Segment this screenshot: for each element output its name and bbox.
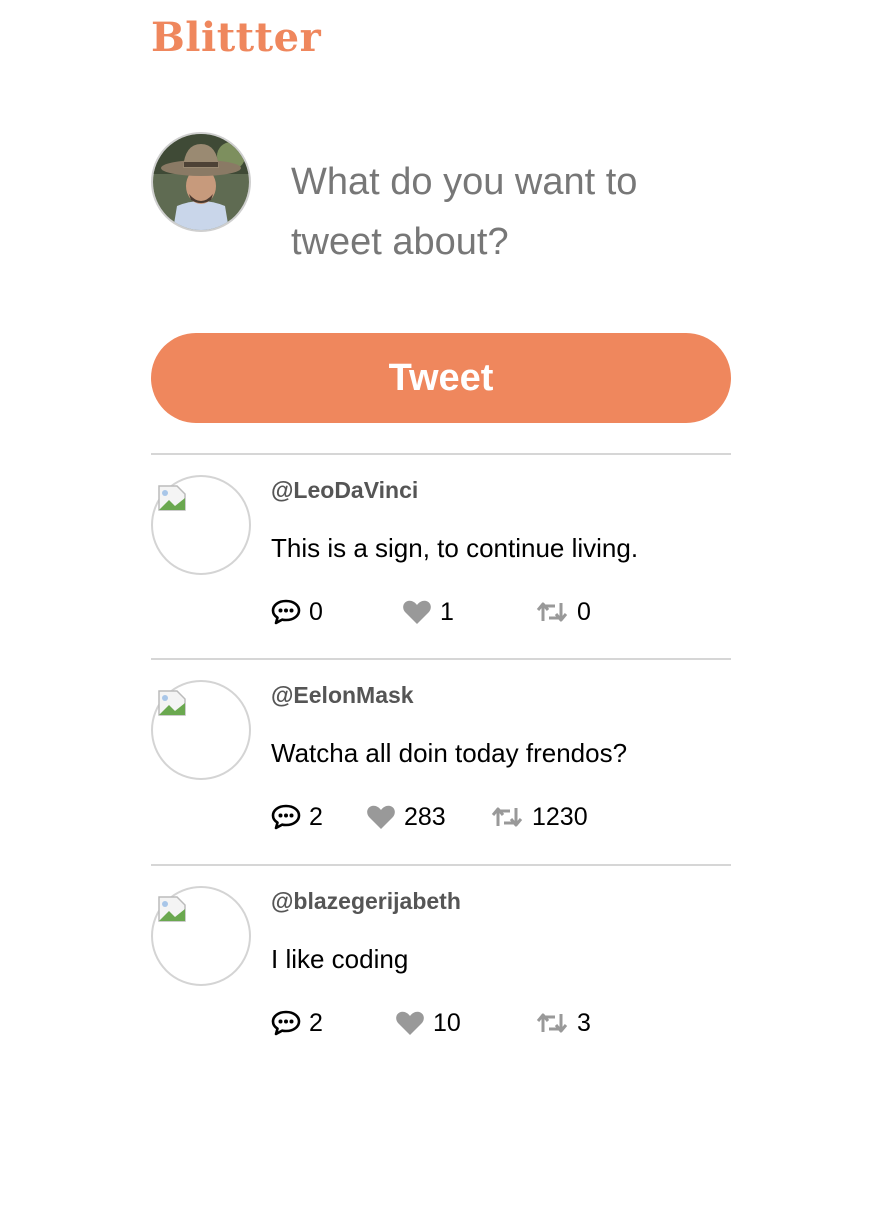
retweet-count: 3 (577, 1008, 591, 1037)
broken-image-icon (158, 485, 186, 511)
tweet-composer (151, 132, 731, 282)
tweet-author-avatar[interactable] (151, 886, 251, 986)
app-logo[interactable]: Blittter (151, 14, 321, 62)
like-button[interactable]: 283 (366, 800, 446, 834)
tweet-text: This is a sign, to continue living. (271, 533, 639, 563)
tweet-button[interactable]: Tweet (151, 333, 731, 423)
comment-count: 2 (309, 802, 323, 831)
tweet-author-avatar[interactable] (151, 680, 251, 780)
retweet-button[interactable]: 0 (535, 595, 591, 629)
speech-bubble-icon (271, 1010, 301, 1036)
retweet-icon (491, 807, 523, 827)
retweet-count: 1230 (532, 802, 588, 831)
tweet-handle[interactable]: @LeoDaVinci (271, 477, 418, 504)
retweet-icon (536, 602, 568, 622)
current-user-avatar[interactable] (151, 132, 251, 232)
speech-bubble-icon (271, 599, 301, 625)
like-button[interactable]: 1 (402, 595, 454, 629)
broken-image-icon (158, 690, 186, 716)
tweet-handle[interactable]: @EelonMask (271, 682, 414, 709)
tweet-author-avatar[interactable] (151, 475, 251, 575)
like-count: 283 (404, 802, 446, 831)
broken-image-icon (158, 896, 186, 922)
heart-icon (396, 1011, 424, 1035)
heart-icon (403, 600, 431, 624)
retweet-button[interactable]: 3 (535, 1006, 591, 1040)
like-count: 1 (440, 597, 454, 626)
comment-count: 2 (309, 1008, 323, 1037)
retweet-icon (536, 1013, 568, 1033)
comment-count: 0 (309, 597, 323, 626)
user-photo-icon (153, 134, 249, 230)
comment-button[interactable]: 2 (271, 800, 323, 834)
like-button[interactable]: 10 (395, 1006, 461, 1040)
tweet-item: @EelonMask Watcha all doin today frendos… (151, 660, 731, 850)
tweet-text: Watcha all doin today frendos? (271, 738, 628, 768)
comment-button[interactable]: 0 (271, 595, 323, 629)
tweet-compose-input[interactable] (291, 152, 711, 282)
tweet-item: @LeoDaVinci This is a sign, to continue … (151, 455, 731, 645)
tweet-handle[interactable]: @blazegerijabeth (271, 888, 461, 915)
tweet-item: @blazegerijabeth I like coding 2 10 3 (151, 866, 731, 1056)
retweet-button[interactable]: 1230 (490, 800, 588, 834)
comment-button[interactable]: 2 (271, 1006, 323, 1040)
like-count: 10 (433, 1008, 461, 1037)
heart-icon (367, 805, 395, 829)
retweet-count: 0 (577, 597, 591, 626)
tweet-text: I like coding (271, 944, 409, 974)
speech-bubble-icon (271, 804, 301, 830)
